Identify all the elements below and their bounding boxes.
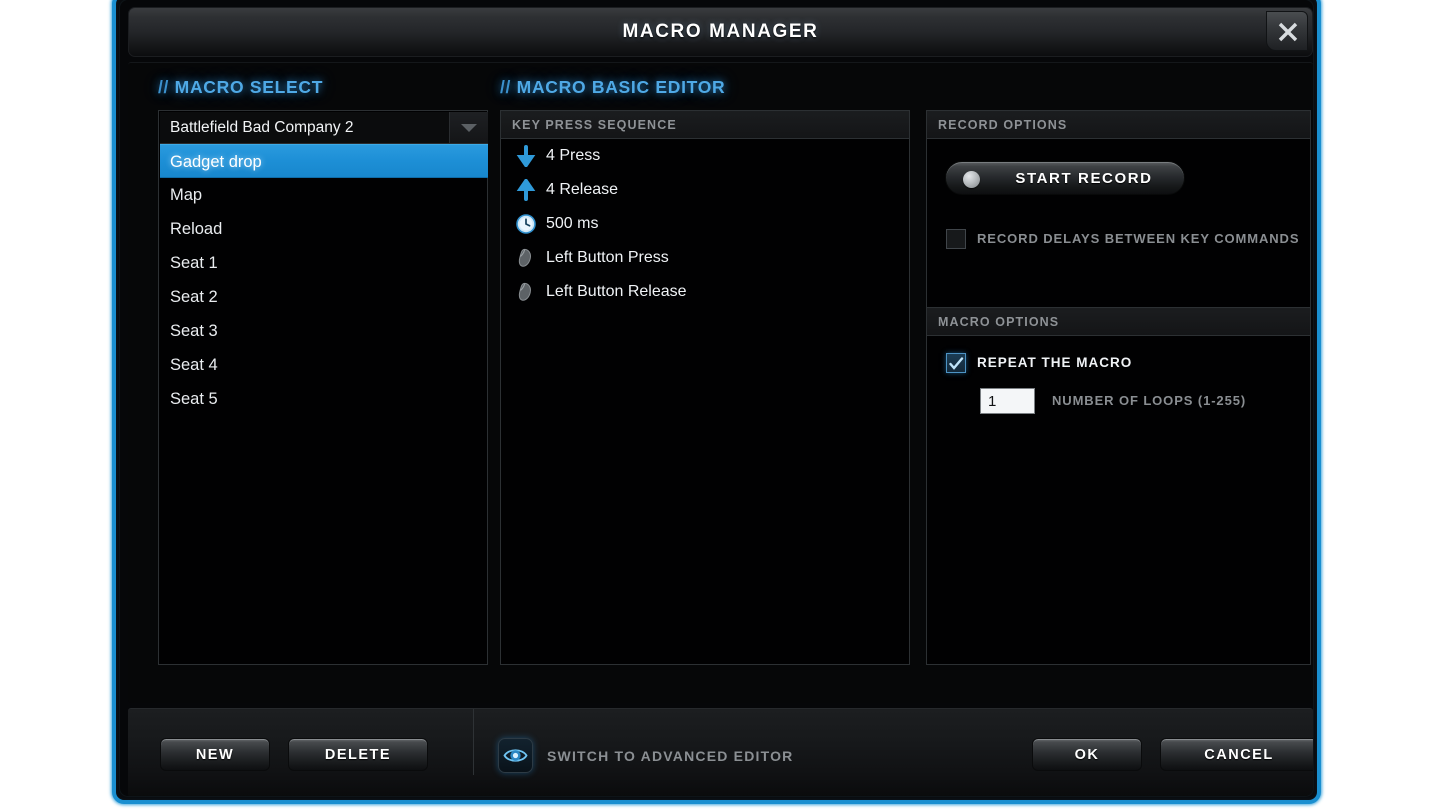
start-record-button[interactable]: START RECORD [945,161,1185,195]
key-sequence-item[interactable]: 4 Press [501,139,909,173]
macro-list-item[interactable]: Seat 4 [160,348,488,382]
options-panel: RECORD OPTIONS START RECORD RECORD DELAY… [926,110,1311,665]
record-options-body: START RECORD RECORD DELAYS BETWEEN KEY C… [927,139,1310,308]
mouse-icon [515,281,537,303]
start-record-label: START RECORD [1015,170,1153,187]
new-button[interactable]: NEW [160,738,270,771]
footer-bar: NEW DELETE SWITCH TO ADVANCED EDITOR OK … [128,708,1313,796]
key-sequence-item-label: 4 Press [546,147,601,164]
macro-list-item[interactable]: Seat 5 [160,382,488,416]
macro-manager-window: MACRO MANAGER // MACRO SELECT Battlefiel… [112,0,1321,804]
macro-list-item[interactable]: Seat 3 [160,314,488,348]
key-sequence-item-label: Left Button Press [546,249,669,266]
record-delays-row[interactable]: RECORD DELAYS BETWEEN KEY COMMANDS [946,229,1299,249]
delete-button[interactable]: DELETE [288,738,428,771]
key-sequence-item[interactable]: Left Button Release [501,275,909,309]
key-press-sequence-list[interactable]: 4 Press 4 Release 500 ms Left Button Press L… [501,139,909,664]
switch-to-advanced-editor-label: SWITCH TO ADVANCED EDITOR [547,747,794,764]
dialog-body: // MACRO SELECT Battlefield Bad Company … [128,62,1313,703]
number-of-loops-label: NUMBER OF LOOPS (1-255) [1052,393,1247,408]
key-press-sequence-header: KEY PRESS SEQUENCE [501,111,909,139]
key-sequence-item-label: 4 Release [546,181,619,198]
arrow-down-icon [515,145,537,169]
key-sequence-item[interactable]: Left Button Press [501,241,909,275]
number-of-loops-input[interactable] [980,388,1035,414]
macro-select-heading: // MACRO SELECT [158,77,324,97]
macro-list-item[interactable]: Map [160,178,488,212]
ok-button[interactable]: OK [1032,738,1142,771]
macro-list-item[interactable]: Seat 2 [160,280,488,314]
key-sequence-item-label: 500 ms [546,215,599,232]
macro-list[interactable]: Gadget drop Map Reload Seat 1 Seat 2 Seat 3 Se… [160,144,488,663]
screen-root: MACRO MANAGER // MACRO SELECT Battlefiel… [0,0,1440,810]
key-press-sequence-panel: KEY PRESS SEQUENCE 4 Press 4 Release 500 m… [500,110,910,665]
clock-icon [515,213,537,235]
window-inner: MACRO MANAGER // MACRO SELECT Battlefiel… [119,0,1314,797]
close-button[interactable] [1266,11,1308,51]
game-profile-value: Battlefield Bad Company 2 [170,119,354,136]
macro-options-header: MACRO OPTIONS [927,308,1310,336]
cancel-button[interactable]: CANCEL [1160,738,1313,771]
mouse-icon [515,247,537,269]
page-title: MACRO MANAGER [622,21,819,42]
macro-list-item[interactable]: Seat 1 [160,246,488,280]
arrow-up-icon [515,177,537,201]
record-delays-checkbox[interactable] [946,229,966,249]
record-dot-icon [963,171,980,188]
window-titlebar: MACRO MANAGER [128,7,1313,57]
switch-to-advanced-editor-button[interactable]: SWITCH TO ADVANCED EDITOR [498,738,794,773]
macro-list-item[interactable]: Gadget drop [160,144,488,178]
key-sequence-item[interactable]: 4 Release [501,173,909,207]
repeat-macro-row[interactable]: REPEAT THE MACRO [946,353,1132,373]
eye-icon [498,738,533,773]
game-profile-dropdown-button[interactable] [449,112,488,143]
chevron-down-icon [461,124,477,132]
macro-options-body: REPEAT THE MACRO NUMBER OF LOOPS (1-255) [927,336,1310,664]
game-profile-combobox[interactable]: Battlefield Bad Company 2 [160,112,488,144]
key-sequence-item[interactable]: 500 ms [501,207,909,241]
repeat-macro-checkbox[interactable] [946,353,966,373]
macro-basic-editor-heading: // MACRO BASIC EDITOR [500,77,726,97]
footer-divider [473,709,474,775]
macro-select-panel: Battlefield Bad Company 2 Gadget drop Map… [158,110,488,665]
record-options-header: RECORD OPTIONS [927,111,1310,139]
repeat-macro-label: REPEAT THE MACRO [977,355,1133,370]
key-sequence-item-label: Left Button Release [546,283,687,300]
record-delays-label: RECORD DELAYS BETWEEN KEY COMMANDS [977,231,1300,246]
macro-list-item[interactable]: Reload [160,212,488,246]
